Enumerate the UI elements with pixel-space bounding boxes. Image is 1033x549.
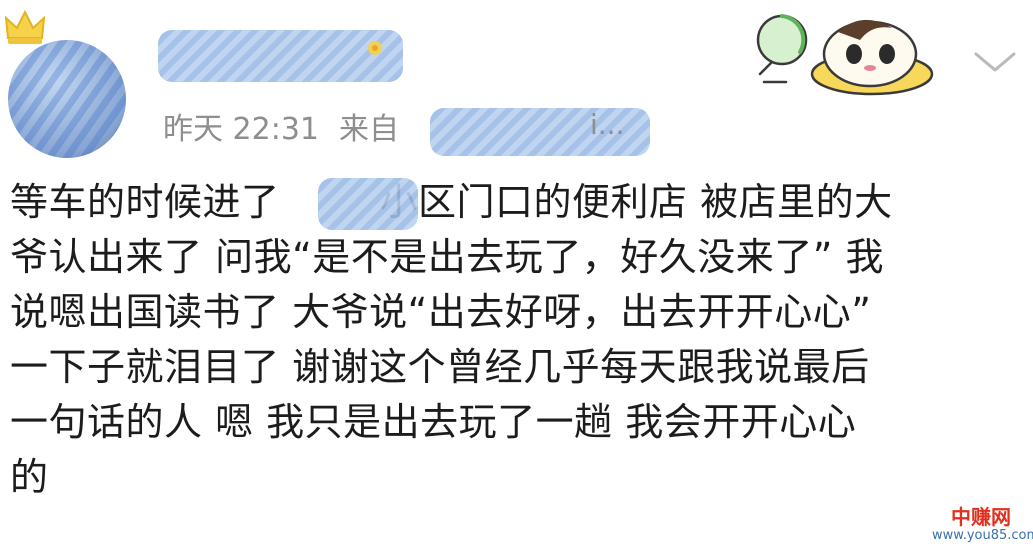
watermark-url: www.you85.com (932, 528, 1033, 543)
content-line: 的 (10, 455, 49, 499)
crown-icon (4, 9, 46, 44)
content-line-1b: 小区门口的便利店 被店里的大 (379, 180, 893, 224)
post-source-fragment: i... (590, 108, 625, 141)
post-meta: 昨天 22:31 来自 (163, 106, 399, 147)
content-line: 一下子就泪目了 谢谢这个曾经几乎每天跟我说最后 (10, 345, 870, 389)
avatar[interactable] (8, 40, 126, 158)
content-redacted (318, 178, 418, 230)
sticker-icon (756, 14, 934, 96)
post-source-prefix: 来自 (339, 112, 399, 147)
content-line-1a: 等车的时候进了 (10, 180, 280, 224)
username-badge-icon (368, 41, 382, 55)
content-line: 说嗯出国读书了 大爷说“出去好呀，出去开开心心” (10, 290, 872, 334)
content-line: 爷认出来了 问我“是不是出去玩了，好久没来了” 我 (10, 235, 885, 279)
content-line: 等车的时候进了 小区门口的便利店 被店里的大 (10, 175, 1015, 230)
content-line: 一句话的人 嗯 我只是出去玩了一趟 我会开开心心 (10, 400, 857, 444)
site-watermark: 中赚网 www.you85.com (932, 505, 1033, 546)
avatar-container[interactable] (2, 8, 132, 158)
watermark-name: 中赚网 (951, 505, 1011, 529)
chevron-down-icon[interactable] (972, 46, 1018, 76)
weibo-post: 昨天 22:31 来自 i... 等车的时候进了 小区门口的便利店 被店里的大 爷… (0, 0, 1033, 549)
post-content: 等车的时候进了 小区门口的便利店 被店里的大 爷认出来了 问我“是不是出去玩了，好… (10, 175, 1015, 505)
post-timestamp: 昨天 22:31 (163, 112, 319, 147)
